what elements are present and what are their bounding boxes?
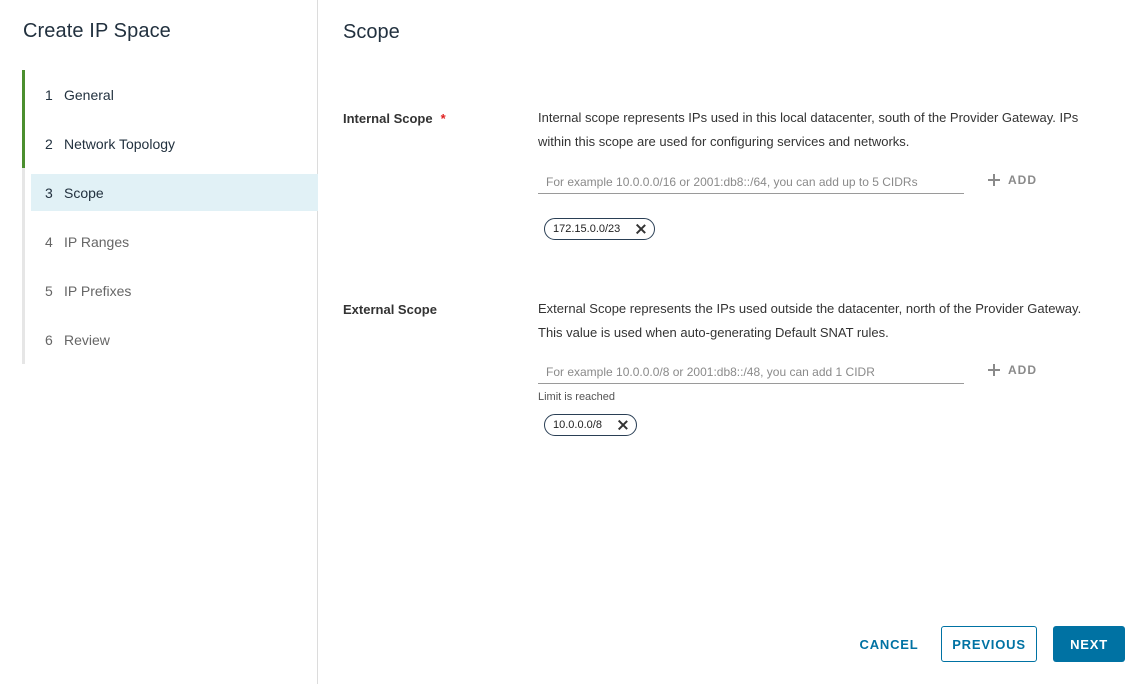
step-network-topology[interactable]: 2 Network Topology [22, 119, 318, 168]
step-ip-prefixes[interactable]: 5 IP Prefixes [22, 266, 318, 315]
external-cidr-input[interactable] [538, 360, 964, 384]
step-number: 5 [45, 282, 53, 299]
step-label: Review [64, 331, 110, 348]
step-number: 3 [45, 184, 53, 201]
internal-scope-description: Internal scope represents IPs used in th… [538, 110, 1079, 149]
plus-icon [988, 174, 1000, 186]
internal-scope-label: Internal Scope * [343, 111, 446, 126]
step-review[interactable]: 6 Review [22, 315, 318, 364]
limit-hint: Limit is reached [538, 391, 616, 403]
add-label: ADD [1008, 363, 1037, 377]
wizard-content: Scope Internal Scope * Internal scope rep… [319, 0, 1146, 684]
close-icon[interactable] [636, 224, 646, 234]
external-scope-label: External Scope [343, 302, 437, 317]
chip-label: 172.15.0.0/23 [553, 223, 621, 235]
step-number: 6 [45, 331, 53, 348]
previous-button[interactable]: PREVIOUS [941, 626, 1037, 662]
step-label: IP Prefixes [64, 282, 132, 299]
step-number: 1 [45, 86, 53, 103]
internal-scope-input-row: ADD [538, 170, 1058, 198]
step-ip-ranges[interactable]: 4 IP Ranges [22, 217, 318, 266]
step-general[interactable]: 1 General [22, 70, 318, 119]
step-label: Network Topology [64, 135, 176, 152]
internal-add-button[interactable]: ADD [988, 173, 1037, 187]
cidr-chip: 10.0.0.0/8 [544, 414, 637, 436]
cidr-chip: 172.15.0.0/23 [544, 218, 656, 240]
external-add-button[interactable]: ADD [988, 363, 1037, 377]
external-scope-input-row: ADD [538, 360, 1058, 388]
add-label: ADD [1008, 173, 1037, 187]
step-number: 4 [45, 233, 53, 250]
internal-cidr-input[interactable] [538, 170, 964, 194]
step-label: Scope [64, 184, 104, 201]
page-title: Scope [343, 21, 400, 43]
next-button[interactable]: NEXT [1053, 626, 1125, 662]
chip-label: 10.0.0.0/8 [553, 419, 602, 431]
step-label: General [64, 86, 114, 103]
step-number: 2 [45, 135, 53, 152]
wizard-steps: 1 General 2 Network Topology 3 Scope 4 I… [22, 70, 318, 364]
cancel-button[interactable]: CANCEL [847, 626, 931, 662]
required-marker: * [440, 111, 446, 126]
close-icon[interactable] [618, 420, 628, 430]
external-scope-description: External Scope represents the IPs used o… [538, 301, 1082, 340]
step-scope[interactable]: 3 Scope [22, 168, 318, 217]
step-label: IP Ranges [64, 233, 130, 250]
wizard-title: Create IP Space [23, 20, 171, 42]
internal-scope-label-text: Internal Scope [343, 111, 433, 126]
wizard-sidebar: Create IP Space 1 General 2 Network Topo… [0, 0, 318, 684]
plus-icon [988, 364, 1000, 376]
